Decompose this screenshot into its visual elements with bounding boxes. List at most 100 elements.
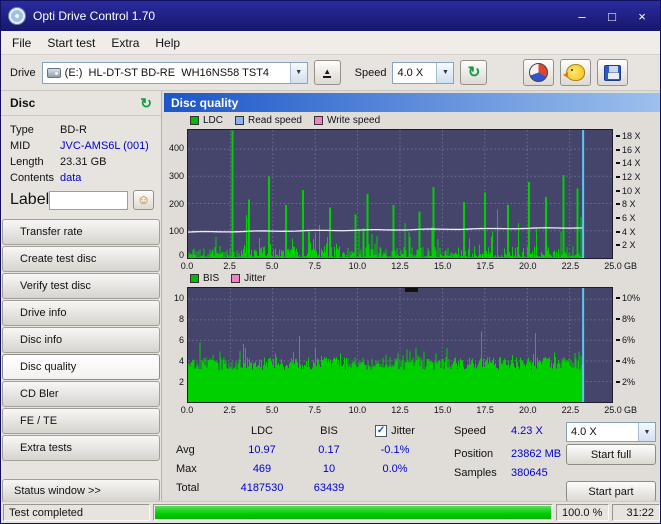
axis-tick-label: 6 X [616,213,636,223]
sidebar-item-drive-info[interactable]: Drive info [2,300,160,326]
minimize-button[interactable]: – [567,4,597,28]
sidebar-item-cd-bler[interactable]: CD Bler [2,381,160,407]
chart2-right-axis: 10% 8% 6% 4% 2% [614,287,660,403]
speed-select-bottom[interactable]: 4.0 X ▼ [566,422,656,442]
samples-value: 380645 [511,467,548,479]
chevron-down-icon[interactable]: ▼ [289,62,307,83]
status-window-button[interactable]: Status window >> [2,479,160,502]
chart2-plot [187,287,613,403]
stat-total-ldc: 4187530 [240,481,284,494]
x-tick-label: 10.0 [348,261,367,271]
x-tick-label: 17.5 [476,405,494,415]
x-tick-label: 10.0 [348,405,367,415]
chevron-down-icon[interactable]: ▼ [638,423,655,441]
app-window: Opti Drive Control 1.70 – □ × File Start … [0,0,661,524]
title-bar[interactable]: Opti Drive Control 1.70 – □ × [1,1,660,31]
save-tool-button[interactable] [597,59,629,86]
legend-label: Write speed [326,115,381,126]
mascot-tool-button[interactable] [560,59,592,86]
samples-label: Samples [454,467,497,479]
disc-quality-tool-button[interactable] [523,59,555,86]
disc-field-length: Length 23.31 GB [1,154,161,170]
close-button[interactable]: × [627,4,657,28]
smiley-icon-button[interactable]: ☺ [133,190,154,210]
eject-button[interactable]: ▲ [313,60,341,85]
x-tick-label: 7.5 [308,405,322,415]
speed-label: Speed [354,66,387,79]
stats-col-bis: BIS [320,424,338,437]
sidebar-item-disc-quality[interactable]: Disc quality [2,354,160,380]
refresh-icon: ↻ [467,64,481,81]
stat-avg-bis: 0.17 [318,443,340,456]
sidebar-item-transfer-rate[interactable]: Transfer rate [2,219,160,245]
chart1-svg [188,130,612,258]
toolbar: Drive (E:) HL-DT-ST BD-RE WH16NS58 TST4 … [1,55,660,91]
drive-icon [46,67,61,78]
jitter-toggle[interactable]: ✓ Jitter [358,424,432,437]
x-tick-label: 22.5 [561,405,580,415]
disc-label-input[interactable] [49,190,128,210]
drive-select[interactable]: (E:) HL-DT-ST BD-RE WH16NS58 TST4 ▼ [41,61,308,84]
axis-tick-label: 4% [616,356,635,366]
disc-refresh-icon[interactable]: ↻ [140,95,152,112]
jitter-checkbox[interactable]: ✓ [375,424,388,437]
axis-tick-label: 2 X [616,240,636,250]
legend-label: BIS [203,273,220,284]
maximize-button[interactable]: □ [597,4,627,28]
axis-tick-label: 14 X [616,158,641,168]
axis-tick-label: 8% [616,314,635,324]
ldc-swatch-icon [190,116,199,125]
x-tick-label: 2.5 [223,405,236,415]
field-label: Length [10,156,44,168]
menu-start-test[interactable]: Start test [39,32,103,54]
window-title: Opti Drive Control 1.70 [33,9,156,23]
chart1-x-axis: 0.0 2.5 5.0 7.5 10.0 12.5 15.0 17.5 20.0 22.5 25.0… [181,261,657,273]
axis-tick-label: 8 [178,314,184,324]
axis-tick-label: 6% [616,335,635,345]
menu-extra[interactable]: Extra [103,32,147,54]
stat-max-ldc: 469 [252,462,272,475]
jitter-swatch-icon [231,274,241,283]
field-value-contents[interactable]: data [60,171,81,185]
speed-stat-value: 4.23 X [511,425,543,437]
sidebar-item-verify-test-disc[interactable]: Verify test disc [2,273,160,299]
stat-avg-ldc: 10.97 [248,443,276,456]
chart2-left-axis: 10 8 6 4 2 [162,287,186,403]
pie-chart-icon [529,63,549,82]
axis-tick-label: 2 [178,377,184,387]
speed-select-value: 4.0 X [397,66,424,79]
speed-select[interactable]: 4.0 X ▼ [392,61,455,84]
legend-item-bis: BIS [190,273,219,284]
legend-item-write-speed: Write speed [313,115,381,126]
menu-file[interactable]: File [4,32,39,54]
refresh-button[interactable]: ↻ [460,60,488,85]
label-field-label: Label [10,191,50,208]
duck-icon [563,64,586,81]
write-speed-swatch-icon [313,116,323,125]
sidebar-item-extra-tests[interactable]: Extra tests [2,435,160,461]
status-text: Test completed [3,504,150,521]
sidebar-item-create-test-disc[interactable]: Create test disc [2,246,160,272]
jitter-label: Jitter [391,424,415,437]
x-tick-label: 20.0 [519,405,537,415]
main-panel: Disc quality LDC Read speed Write speed 40… [162,91,660,503]
sidebar-item-fe-te[interactable]: FE / TE [2,408,160,434]
menu-help[interactable]: Help [147,32,188,54]
chart1: 400 300 200 100 0 18 X 16 X 14 X 12 X 10 X 8 X 6 X… [162,129,660,260]
x-tick-label: 20.0 [519,261,537,271]
axis-tick-label: 0 [178,250,184,260]
menubar: File Start test Extra Help [1,31,660,55]
axis-tick-label: 2% [616,377,635,387]
speed-stat-label: Speed [454,425,486,437]
disc-fields: Type BD-R MID JVC-AMS6L (001) Length 23.31 GB… [1,122,161,186]
axis-tick-label: 4 X [616,227,636,237]
sidebar-item-disc-info[interactable]: Disc info [2,327,160,353]
disc-field-contents: Contents data [1,170,161,186]
chevron-down-icon[interactable]: ▼ [436,62,454,83]
start-part-button[interactable]: Start part [566,481,656,502]
elapsed-time: 31:22 [612,504,660,521]
start-full-button[interactable]: Start full [566,444,656,465]
chart1-left-axis: 400 300 200 100 0 [162,129,186,260]
axis-tick-label: 4 [178,356,184,366]
stats-panel: LDC BIS ✓ Jitter Avg 10.97 0.17 -0.1% Max 469 10 0.… [162,421,660,503]
